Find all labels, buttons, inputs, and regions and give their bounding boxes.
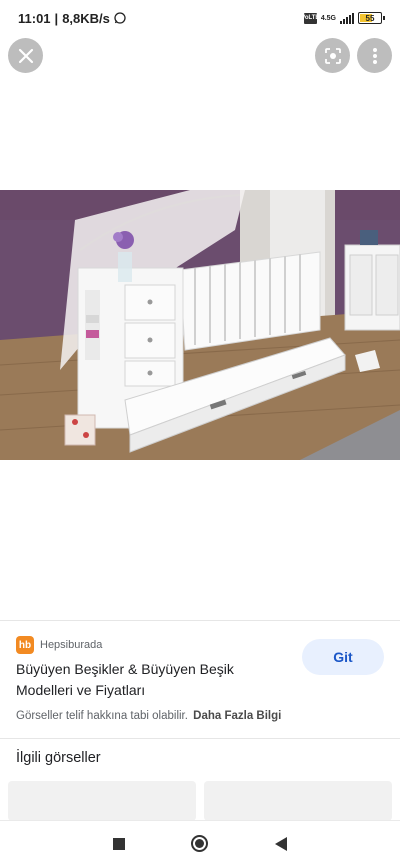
- crib-image: [0, 190, 400, 460]
- signal-icon: [340, 12, 354, 24]
- battery-icon: 55: [358, 12, 385, 24]
- whatsapp-icon: [114, 12, 126, 24]
- hepsiburada-logo-icon: hb: [16, 636, 34, 654]
- related-image-thumbnail[interactable]: [8, 781, 196, 821]
- related-images-heading: İlgili görseller: [16, 750, 101, 766]
- close-icon: [18, 48, 33, 63]
- recents-icon[interactable]: [113, 837, 126, 850]
- google-lens-icon: [324, 47, 341, 64]
- source-row[interactable]: hb Hepsiburada: [16, 636, 102, 654]
- more-info-link[interactable]: Daha Fazla Bilgi: [193, 710, 281, 722]
- network-type: 4.5G: [320, 14, 336, 22]
- status-time: 11:01: [18, 10, 51, 26]
- google-lens-button[interactable]: [315, 38, 350, 73]
- home-icon[interactable]: [191, 835, 209, 852]
- network-speed: 8,8KB/s: [62, 10, 110, 26]
- more-options-button[interactable]: [357, 38, 392, 73]
- visit-button[interactable]: Git: [302, 639, 384, 675]
- status-left: 11:01 | 8,8KB/s: [18, 11, 126, 26]
- status-right: VoLTE 4.5G 55: [301, 12, 385, 24]
- battery-level: 55: [365, 13, 375, 23]
- status-bar: 11:01 | 8,8KB/s VoLTE 4.5G 55: [0, 0, 400, 36]
- divider: [0, 738, 400, 739]
- back-icon[interactable]: [274, 836, 287, 851]
- image-viewer: [0, 0, 400, 620]
- system-nav-bar: [0, 820, 400, 866]
- result-info: hb Hepsiburada Büyüyen Beşikler & Büyüye…: [0, 620, 400, 738]
- more-vert-icon: [372, 47, 377, 64]
- volte-icon: VoLTE: [301, 12, 319, 24]
- source-name: Hepsiburada: [40, 639, 103, 651]
- status-separator: |: [54, 10, 59, 26]
- related-image-thumbnail[interactable]: [204, 781, 392, 821]
- copyright-row: Görseller telif hakkına tabi olabilir. D…: [16, 710, 281, 722]
- result-title[interactable]: Büyüyen Beşikler & Büyüyen Beşik Modelle…: [16, 659, 286, 701]
- close-button[interactable]: [8, 38, 43, 73]
- copyright-notice: Görseller telif hakkına tabi olabilir.: [16, 710, 188, 722]
- product-photo[interactable]: [0, 190, 400, 460]
